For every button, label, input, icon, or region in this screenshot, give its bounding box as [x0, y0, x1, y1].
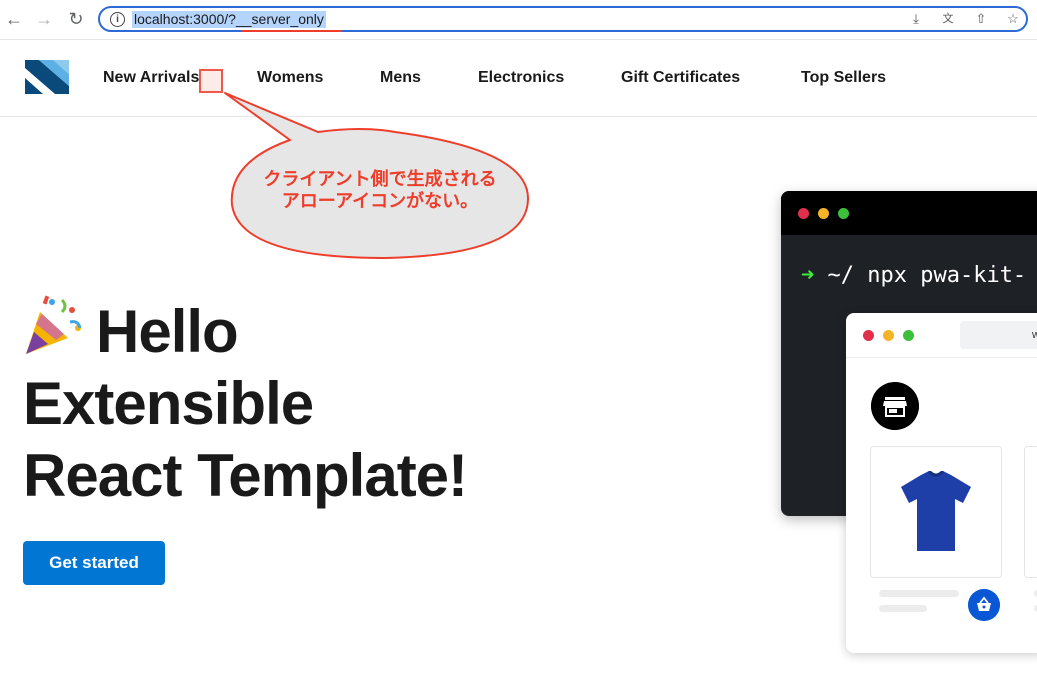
minimize-dot-icon: [818, 208, 829, 219]
product-card: [1024, 446, 1037, 578]
close-dot-icon: [798, 208, 809, 219]
annotation-text: クライアント側で生成される アローアイコンがない。: [230, 168, 530, 212]
reload-icon[interactable]: ↻: [66, 9, 86, 29]
hero-title: Hello Extensible React Template!: [23, 296, 468, 512]
share-icon[interactable]: ⇧: [973, 11, 989, 27]
browser-toolbar: ← → ↻ i localhost:3000/?__server_only ⤓ …: [0, 0, 1037, 40]
browser-illustration: w: [846, 313, 1037, 653]
nav-item-top-sellers[interactable]: Top Sellers: [801, 69, 886, 87]
product-card: [870, 446, 1002, 578]
nav-item-new-arrivals[interactable]: New Arrivals: [103, 69, 199, 87]
minimize-dot-icon: [883, 330, 894, 341]
skeleton-line: [879, 590, 959, 597]
skeleton-line: [879, 605, 927, 612]
maximize-dot-icon: [903, 330, 914, 341]
prompt-command: ~/ npx pwa-kit-: [827, 263, 1027, 288]
nav-item-electronics[interactable]: Electronics: [478, 69, 564, 87]
close-dot-icon: [863, 330, 874, 341]
mock-browser-bar: w: [846, 313, 1037, 358]
nav-item-womens[interactable]: Womens: [257, 69, 323, 87]
hero-title-line-3: React Template!: [23, 442, 468, 509]
hero-title-line-1: Hello: [96, 298, 239, 365]
hero-title-line-2: Extensible: [23, 370, 314, 437]
terminal-title-bar: [781, 191, 1037, 235]
missing-arrow-highlight: [199, 69, 223, 93]
site-header: New Arrivals Womens Mens Electronics Gif…: [0, 40, 1037, 117]
back-arrow-icon[interactable]: ←: [4, 9, 24, 29]
store-icon: [871, 382, 919, 430]
mock-url-bar: w: [960, 321, 1037, 349]
address-bar[interactable]: i localhost:3000/?__server_only ⤓ 文 ⇧ ☆: [98, 6, 1028, 32]
nav-item-gift-certificates[interactable]: Gift Certificates: [621, 69, 740, 87]
url-text[interactable]: localhost:3000/?__server_only: [132, 11, 326, 28]
translate-icon[interactable]: 文: [940, 11, 956, 27]
install-icon[interactable]: ⤓: [908, 11, 924, 27]
url-annotation-underline: [242, 30, 342, 32]
annotation-line-1: クライアント側で生成される: [263, 169, 497, 189]
prompt-arrow-icon: ➜: [801, 263, 815, 288]
basket-icon: [968, 589, 1000, 621]
forward-arrow-icon[interactable]: →: [34, 9, 54, 29]
bookmark-star-icon[interactable]: ☆: [1005, 11, 1021, 27]
tshirt-image: [901, 471, 971, 551]
get-started-button[interactable]: Get started: [23, 541, 165, 585]
info-icon[interactable]: i: [110, 12, 125, 27]
maximize-dot-icon: [838, 208, 849, 219]
terminal-prompt: ➜ ~/ npx pwa-kit-: [801, 263, 1026, 288]
brand-logo-icon[interactable]: [25, 60, 69, 94]
nav-item-mens[interactable]: Mens: [380, 69, 421, 87]
annotation-line-2: アローアイコンがない。: [281, 191, 479, 211]
